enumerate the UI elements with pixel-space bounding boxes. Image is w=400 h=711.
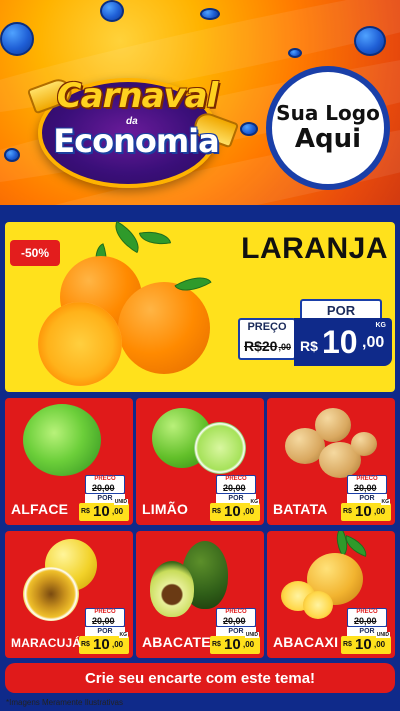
- price-tag: R$ 10 ,00 UNID: [210, 632, 260, 654]
- old-price-tag: PRECO 20,00: [85, 475, 125, 494]
- campaign-logo: Carnaval da Economia: [18, 58, 240, 188]
- price-unit: KG: [380, 499, 390, 505]
- price-int: 10: [224, 636, 241, 653]
- potato-icon: [351, 432, 377, 456]
- price-currency: R$: [343, 508, 352, 515]
- old-price-tag: PRECO 20,00: [85, 608, 125, 627]
- featured-old-price-tag: PREÇO R$20 ,00: [238, 318, 296, 360]
- price-currency: R$: [81, 641, 90, 648]
- coin-icon: [354, 26, 386, 56]
- price-currency: R$: [81, 508, 90, 515]
- price-unit: KG: [249, 499, 259, 505]
- product-card-alface[interactable]: PRECO 20,00 POR R$ 10 ,00 UNID ALFACE: [5, 398, 133, 525]
- price-tag: R$ 10 ,00 UNID: [341, 632, 391, 654]
- price-currency: R$: [212, 641, 221, 648]
- price-cents: ,00: [243, 507, 255, 516]
- price-int: 10: [224, 503, 241, 520]
- old-price-label: PRECO: [356, 609, 378, 615]
- passion-fruit-half-icon: [23, 567, 79, 621]
- old-price: 20,00: [223, 483, 246, 493]
- potato-icon: [315, 408, 351, 442]
- featured-price-cents: ,00: [362, 334, 385, 351]
- brand-logo-line1: Sua Logo: [276, 100, 380, 125]
- price-int: 10: [355, 503, 372, 520]
- price-int: 10: [355, 636, 372, 653]
- product-name: ABACATE: [142, 634, 211, 650]
- campaign-header: Carnaval da Economia Sua Logo Aqui: [0, 0, 400, 205]
- old-price: 20,00: [92, 616, 115, 626]
- old-price-label: PRECO: [225, 609, 247, 615]
- create-flyer-button[interactable]: Crie seu encarte com este tema!: [5, 663, 395, 693]
- product-card-limao[interactable]: PRECO 20,00 POR R$ 10 ,00 KG LIMÃO: [136, 398, 264, 525]
- product-card-maracuja[interactable]: PRECO 20,00 POR R$ 10 ,00 KG MARACUJÁ: [5, 531, 133, 658]
- images-disclaimer: *Imagens Meramente Ilustrativas: [6, 698, 123, 707]
- brand-logo-placeholder[interactable]: Sua Logo Aqui: [266, 66, 390, 190]
- product-name: BATATA: [273, 501, 328, 517]
- pineapple-slice-icon: [303, 591, 333, 619]
- product-name: ABACAXI: [273, 634, 339, 650]
- price-currency: R$: [343, 641, 352, 648]
- old-price: 20,00: [92, 483, 115, 493]
- product-card-abacate[interactable]: PRECO 20,00 POR R$ 10 ,00 UNID ABACATE: [136, 531, 264, 658]
- featured-old-price-cents: ,00: [278, 342, 291, 352]
- price-int: 10: [93, 636, 110, 653]
- price-cents: ,00: [374, 640, 386, 649]
- price-cents: ,00: [112, 507, 124, 516]
- product-card-batata[interactable]: PRECO 20,00 POR R$ 10 ,00 KG BATATA: [267, 398, 395, 525]
- price-tag: R$ 10 ,00 UNID: [79, 499, 129, 521]
- coin-icon: [240, 122, 258, 136]
- price-cents: ,00: [112, 640, 124, 649]
- old-price-tag: PRECO 20,00: [216, 475, 256, 494]
- old-price-label: PRECO: [225, 476, 247, 482]
- old-price: 20,00: [354, 483, 377, 493]
- product-card-abacaxi[interactable]: PRECO 20,00 POR R$ 10 ,00 UNID ABACAXI: [267, 531, 395, 658]
- discount-badge: -50%: [10, 240, 60, 266]
- orange-half-icon: [38, 302, 122, 386]
- price-unit: KG: [118, 632, 128, 638]
- old-price-tag: PRECO 20,00: [347, 608, 387, 627]
- featured-price-unit: KG: [375, 322, 387, 329]
- product-name: MARACUJÁ: [11, 636, 82, 650]
- old-price: 20,00: [223, 616, 246, 626]
- coin-icon: [100, 0, 124, 22]
- product-name: LIMÃO: [142, 501, 189, 517]
- featured-price-int: 10: [322, 324, 358, 360]
- featured-old-price: R$20: [244, 338, 278, 354]
- campaign-title-line1: Carnaval: [56, 76, 219, 116]
- price-cents: ,00: [243, 640, 255, 649]
- old-price-tag: PRECO 20,00: [216, 608, 256, 627]
- featured-product-name: LARANJA: [241, 232, 388, 265]
- price-tag: R$ 10 ,00 KG: [210, 499, 260, 521]
- price-unit: UNID: [244, 632, 259, 638]
- old-price-label: PRECO: [356, 476, 378, 482]
- price-int: 10: [93, 503, 110, 520]
- lime-half-icon: [194, 422, 246, 474]
- price-unit: UNID: [113, 499, 128, 505]
- avocado-half-icon: [150, 561, 194, 617]
- old-price: 20,00: [354, 616, 377, 626]
- featured-new-price-label: POR: [300, 299, 382, 319]
- coin-icon: [200, 8, 220, 20]
- old-price-label: PRECO: [94, 476, 116, 482]
- orange-fruit-icon: [118, 282, 210, 374]
- featured-old-price-label: PREÇO: [247, 321, 287, 333]
- coin-icon: [288, 48, 302, 58]
- product-name: ALFACE: [11, 501, 69, 517]
- featured-currency: R$: [300, 338, 318, 354]
- lettuce-icon: [23, 404, 101, 476]
- price-currency: R$: [212, 508, 221, 515]
- brand-logo-line2: Aqui: [294, 123, 362, 154]
- old-price-label: PRECO: [94, 609, 116, 615]
- featured-price-tag: R$ 10 ,00 KG: [294, 318, 392, 366]
- price-tag: R$ 10 ,00 KG: [79, 632, 129, 654]
- price-tag: R$ 10 ,00 KG: [341, 499, 391, 521]
- campaign-title-line2: Economia: [53, 122, 219, 160]
- coin-icon: [0, 22, 34, 56]
- price-unit: UNID: [375, 632, 390, 638]
- price-cents: ,00: [374, 507, 386, 516]
- old-price-tag: PRECO 20,00: [347, 475, 387, 494]
